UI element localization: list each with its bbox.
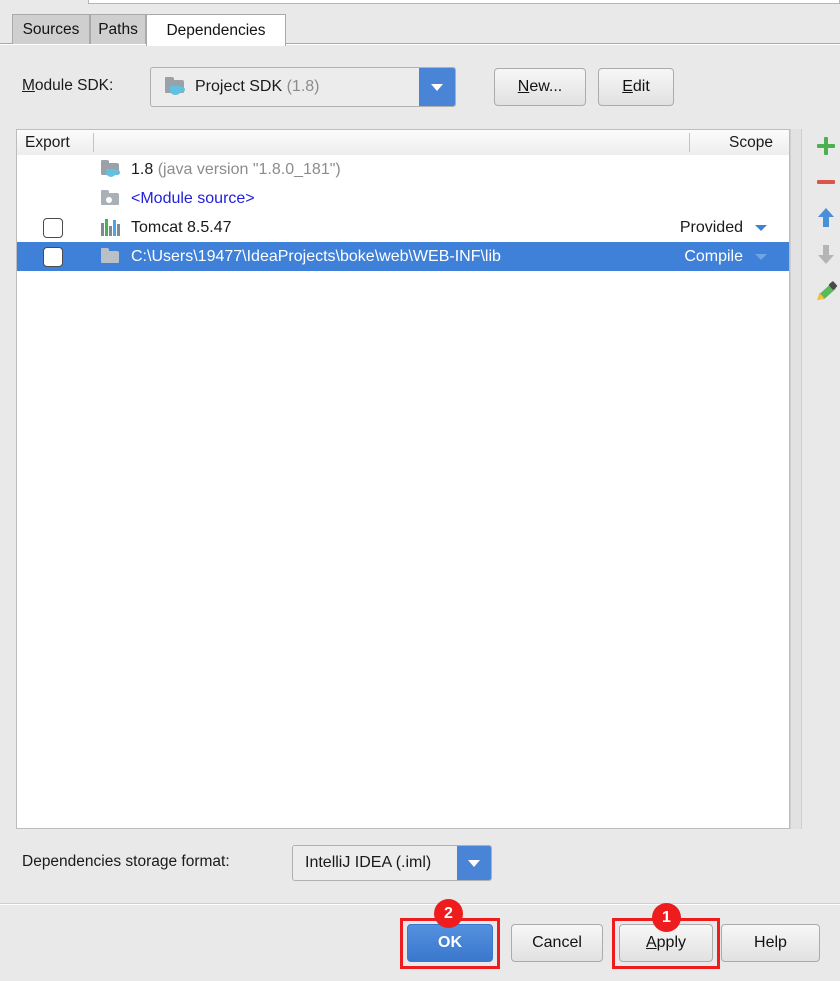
move-up-button[interactable] (811, 203, 840, 233)
remove-dependency-button[interactable] (811, 167, 840, 197)
add-dependency-button[interactable] (811, 131, 840, 161)
add-icon (816, 136, 836, 156)
remove-icon (817, 180, 835, 184)
folder-java-icon (165, 77, 187, 96)
folder-icon (101, 247, 121, 266)
export-checkbox[interactable] (43, 217, 63, 238)
folder-java-icon (101, 159, 121, 179)
arrow-down-icon (816, 243, 836, 265)
tab-dependencies-label: Dependencies (166, 21, 266, 39)
scope-value[interactable]: Compile (684, 248, 743, 266)
table-row[interactable]: 1.8 (java version "1.8.0_181") (17, 155, 789, 184)
tab-paths-label: Paths (98, 20, 138, 38)
module-sdk-row: Module SDK: Project SDK (1.8) New... Edi… (22, 67, 822, 107)
edit-dependency-button[interactable] (811, 275, 840, 305)
dependencies-table: Export Scope 1.8 (java version "1.8.0_18… (16, 129, 838, 829)
tab-rail-cover (147, 43, 285, 44)
tab-paths[interactable]: Paths (90, 14, 146, 44)
tab-dependencies[interactable]: Dependencies (146, 14, 286, 46)
dependency-name: 1.8 (java version "1.8.0_181") (131, 160, 341, 178)
column-divider-export[interactable] (93, 133, 94, 152)
dependencies-toolbar (803, 129, 840, 829)
table-row[interactable]: <Module source> (17, 184, 789, 213)
module-sdk-value: Project SDK (1.8) (195, 78, 320, 95)
chevron-down-icon[interactable] (457, 846, 491, 880)
storage-format-row: Dependencies storage format: IntelliJ ID… (22, 845, 812, 881)
module-sdk-label: Module SDK: (22, 77, 114, 94)
column-header-scope[interactable]: Scope (729, 130, 773, 155)
new-sdk-button[interactable]: New... (494, 68, 586, 106)
window-top-strip (0, 0, 840, 12)
column-header-export[interactable]: Export (25, 130, 70, 155)
tab-sources[interactable]: Sources (12, 14, 90, 44)
dependencies-panel: Module SDK: Project SDK (1.8) New... Edi… (0, 44, 840, 904)
dependency-name: C:\Users\19477\IdeaProjects\boke\web\WEB… (131, 247, 501, 265)
export-checkbox[interactable] (43, 246, 63, 267)
table-row[interactable]: Tomcat 8.5.47 Provided (17, 213, 789, 242)
column-divider-scope[interactable] (689, 133, 690, 152)
help-button[interactable]: Help (721, 924, 820, 962)
table-header-row: Export Scope (16, 129, 790, 156)
edit-sdk-button[interactable]: Edit (598, 68, 674, 106)
storage-format-value: IntelliJ IDEA (.iml) (305, 854, 432, 871)
table-row[interactable]: C:\Users\19477\IdeaProjects\boke\web\WEB… (17, 242, 789, 271)
ok-button[interactable]: OK (407, 924, 493, 962)
move-down-button[interactable] (811, 239, 840, 269)
module-source-icon (101, 189, 121, 208)
storage-format-label: Dependencies storage format: (22, 853, 230, 870)
dependency-name: <Module source> (131, 189, 255, 207)
tomcat-bars-icon (101, 218, 121, 237)
partial-panel-fragment (88, 0, 840, 4)
pencil-icon (814, 279, 838, 304)
annotation-badge-1: 1 (652, 903, 681, 932)
table-side-gutter (790, 129, 802, 829)
module-settings-dialog: Sources Paths Dependencies Module SDK: P… (0, 0, 840, 981)
annotation-badge-2: 2 (434, 899, 463, 928)
table-body: 1.8 (java version "1.8.0_181") <Module s… (16, 155, 790, 829)
chevron-down-icon[interactable] (755, 253, 767, 260)
storage-format-combobox[interactable]: IntelliJ IDEA (.iml) (292, 845, 492, 881)
tab-bar: Sources Paths Dependencies (0, 12, 840, 46)
scope-value[interactable]: Provided (680, 219, 743, 237)
cancel-button[interactable]: Cancel (511, 924, 603, 962)
module-sdk-combobox[interactable]: Project SDK (1.8) (150, 67, 456, 107)
chevron-down-icon[interactable] (419, 68, 455, 106)
tab-sources-label: Sources (22, 20, 80, 38)
dependency-name: Tomcat 8.5.47 (131, 218, 232, 236)
dialog-footer: OK Cancel Apply Help 2 1 (0, 899, 840, 981)
arrow-up-icon (816, 207, 836, 229)
chevron-down-icon[interactable] (755, 224, 767, 231)
